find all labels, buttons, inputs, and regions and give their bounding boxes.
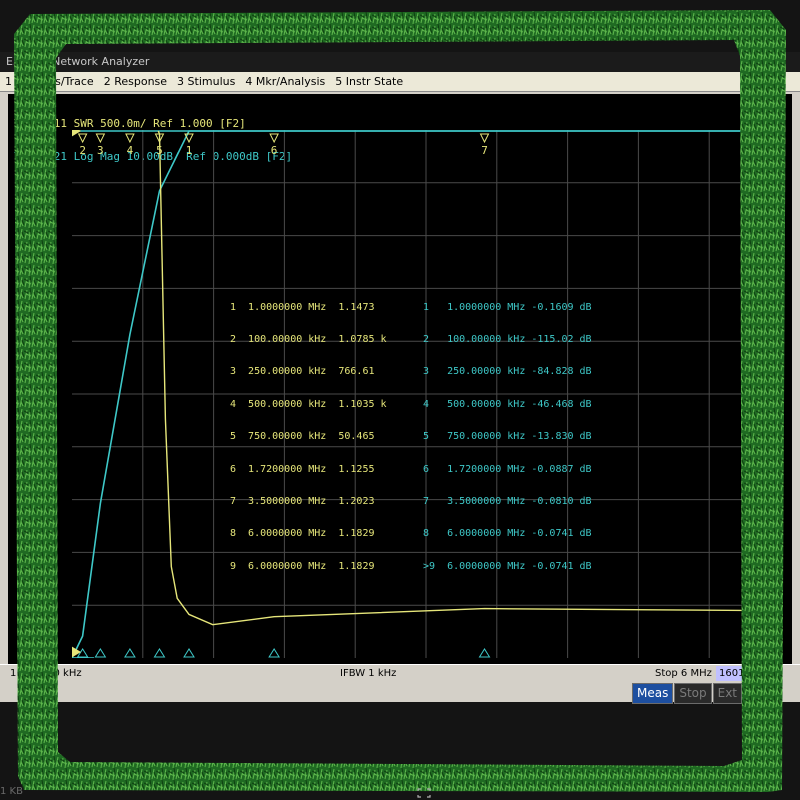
cal-badge: C?	[764, 666, 783, 681]
marker-row: 4 500.00000 kHz 1.1035 k	[230, 398, 387, 410]
marker-row: 1 1.0000000 MHz 1.1473	[230, 301, 375, 313]
marker-number: 3	[97, 144, 104, 157]
marker-number: 9	[777, 144, 780, 157]
fullscreen-icon[interactable]	[417, 788, 431, 798]
marker-row: 3 250.00000 kHz -84.828 dB	[423, 366, 592, 378]
marker-triangle-bottom	[774, 648, 780, 658]
marker-number: 7	[481, 144, 488, 157]
stop-frequency[interactable]: Stop 6 MHz	[655, 665, 712, 682]
marker-number: 2	[79, 144, 86, 157]
softkey-row: Meas Stop Ext Svc	[632, 683, 775, 704]
marker-triangle-bottom	[183, 648, 195, 658]
marker-row: 6 1.7200000 MHz 1.1255	[230, 463, 375, 475]
marker-triangle-bottom	[124, 648, 136, 658]
marker-triangle-top	[269, 133, 279, 144]
stop-button[interactable]: Stop	[674, 683, 712, 704]
window-title: E5071C Network Analyzer	[0, 52, 800, 72]
top-markers: 123456789	[77, 133, 780, 157]
marker-row: 7 3.5000000 MHz -0.0810 dB	[423, 495, 592, 507]
menu-bar: 1 Analysis/Trace 2 Response 3 Stimulus 4…	[0, 72, 800, 92]
marker-row: 2 100.00000 kHz -115.02 dB	[423, 333, 592, 345]
marker-triangle-bottom	[478, 648, 491, 658]
marker-triangle-top	[77, 133, 88, 144]
marker-triangle-top	[479, 133, 490, 144]
trace-1-label[interactable]: Tr1 S11 SWR 500.0m/ Ref 1.000 [F2]	[14, 118, 292, 129]
menu-marker-analysis[interactable]: 4 Mkr/Analysis	[240, 72, 330, 91]
menu-stimulus[interactable]: 3 Stimulus	[172, 72, 240, 91]
marker-triangle-bottom	[153, 648, 166, 658]
marker-row: 3 250.00000 kHz 766.61	[230, 366, 375, 378]
marker-number: 6	[271, 144, 278, 157]
points-badge: 1601	[716, 666, 748, 681]
marker-row: 5 750.00000 kHz -13.830 dB	[423, 431, 592, 443]
marker-number: 4	[127, 144, 134, 157]
menu-response[interactable]: 2 Response	[99, 72, 172, 91]
marker-row: 5 750.00000 kHz 50.465	[230, 431, 375, 443]
menu-analysis-trace[interactable]: 1 Analysis/Trace	[0, 72, 99, 91]
marker-row: 7 3.5000000 MHz 1.2023	[230, 495, 375, 507]
marker-row: 6 1.7200000 MHz -0.0887 dB	[423, 463, 592, 475]
svc-button[interactable]: Svc	[743, 683, 775, 704]
marker-row: 8 6.0000000 MHz 1.1829	[230, 528, 375, 540]
meas-button[interactable]: Meas	[632, 683, 674, 704]
marker-triangle-bottom	[94, 648, 107, 658]
marker-row: 1 1.0000000 MHz -0.1609 dB	[423, 301, 592, 313]
marker-number: 5	[156, 144, 163, 157]
status-bar: 1 Start 10 kHz IFBW 1 kHz Stop 6 MHz 160…	[0, 664, 800, 683]
marker-row: 9 6.0000000 MHz 1.1829	[230, 560, 375, 572]
marker-table-swr: 1 1.0000000 MHz 1.1473 2 100.00000 kHz 1…	[230, 281, 387, 583]
start-frequency[interactable]: 1 Start 10 kHz	[10, 665, 82, 682]
marker-triangle-top	[775, 133, 780, 144]
marker-row: >9 6.0000000 MHz -0.0741 dB	[423, 560, 592, 572]
marker-number: 1	[186, 144, 193, 157]
marker-row: 2 100.00000 kHz 1.0785 k	[230, 333, 387, 345]
marker-triangle-top	[125, 133, 135, 144]
file-size-label: 1 KB	[0, 786, 23, 797]
menu-instr-state[interactable]: 5 Instr State	[330, 72, 408, 91]
bottom-markers	[76, 648, 780, 658]
ext-button[interactable]: Ext	[712, 683, 743, 704]
marker-triangle-top	[95, 133, 106, 144]
marker-triangle-bottom	[268, 648, 281, 658]
marker-row: 4 500.00000 kHz -46.468 dB	[423, 398, 592, 410]
marker-table-logmag: 1 1.0000000 MHz -0.1609 dB 2 100.00000 k…	[423, 281, 592, 583]
marker-row: 8 6.0000000 MHz -0.0741 dB	[423, 528, 592, 540]
ifbw-value[interactable]: IFBW 1 kHz	[340, 665, 396, 682]
